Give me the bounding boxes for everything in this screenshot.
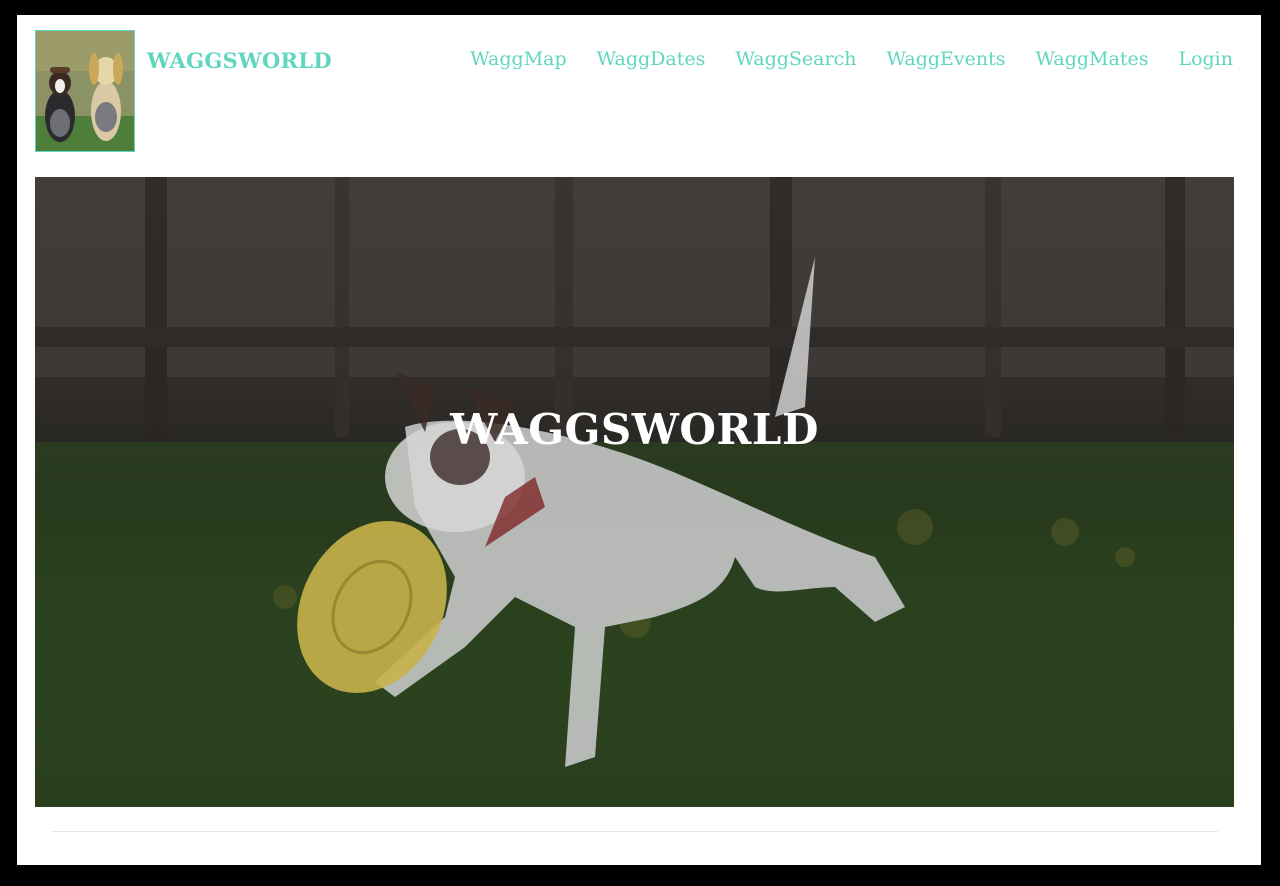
footer-divider <box>51 831 1218 832</box>
logo-image[interactable] <box>35 30 135 152</box>
nav-item-waggmap[interactable]: WaggMap <box>470 48 566 70</box>
page-frame: WAGGSWORLD WaggMap WaggDates WaggSearch … <box>17 15 1261 865</box>
two-dogs-photo-icon <box>36 31 134 151</box>
nav-item-waggevents[interactable]: WaggEvents <box>886 48 1005 70</box>
nav-item-login[interactable]: Login <box>1178 48 1233 70</box>
nav-item-waggsearch[interactable]: WaggSearch <box>735 48 856 70</box>
main-nav: WaggMap WaggDates WaggSearch WaggEvents … <box>470 48 1233 70</box>
dog-with-frisbee-photo-icon <box>35 177 1234 807</box>
nav-item-waggdates[interactable]: WaggDates <box>597 48 706 70</box>
hero-banner: WAGGSWORLD <box>35 177 1234 807</box>
brand-title[interactable]: WAGGSWORLD <box>147 48 332 73</box>
hero-title: WAGGSWORLD <box>450 405 819 454</box>
nav-item-waggmates[interactable]: WaggMates <box>1036 48 1149 70</box>
